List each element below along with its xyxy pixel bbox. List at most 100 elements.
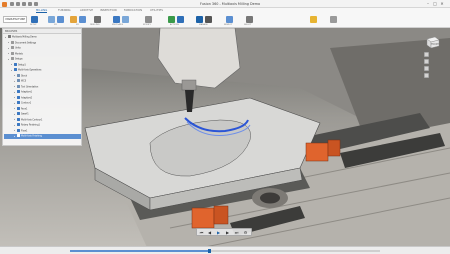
browser-tree-label: Tool Orientation [21, 85, 39, 88]
settings-icon[interactable]: ⚙ [243, 230, 248, 236]
minimize-button[interactable]: – [425, 1, 431, 6]
drill-icon[interactable] [94, 15, 101, 23]
operation-icon [17, 101, 20, 104]
grid-menu-icon[interactable] [10, 2, 14, 6]
viewcube[interactable]: FRONT [424, 35, 440, 49]
browser-tree-label: Adaptive2 [21, 96, 33, 99]
browser-tree-item[interactable]: ▸ Adaptive2 [4, 95, 81, 101]
modify-icon[interactable] [145, 15, 152, 23]
new-setup-icon[interactable] [31, 15, 38, 23]
browser-tree-item[interactable]: ▸ Document Settings [4, 40, 81, 46]
operation-icon [17, 84, 20, 88]
browser-tree-item[interactable]: ▸ WCS [4, 79, 81, 84]
measure-icon[interactable] [226, 15, 233, 23]
browser-tree-item[interactable]: ▸ Units [4, 46, 81, 51]
tab-turning[interactable]: TURNING [58, 9, 71, 12]
tool-library-icon[interactable] [196, 15, 203, 23]
simulate-icon[interactable] [168, 15, 175, 23]
document-title: Fusion 360 - Multiaxis Milling Demo [200, 1, 261, 6]
browser-tree-label: Swarf1 [21, 112, 29, 116]
browser-tree-label: Setup1 [18, 63, 26, 66]
fit-icon[interactable] [424, 73, 429, 78]
operation-icon [17, 123, 20, 126]
close-button[interactable]: ✕ [439, 1, 445, 6]
group-label-inspect: INSPECT [224, 23, 233, 26]
simulation-playback-bar: ⏮ ◀ ▶ ▶ ⏭ ⚙ [196, 228, 252, 236]
skip-end-icon[interactable]: ⏭ [234, 230, 239, 236]
3d-adaptive-icon[interactable] [70, 15, 77, 23]
step-back-icon[interactable]: ◀ [207, 230, 212, 236]
multi-axis-icon[interactable] [113, 15, 120, 23]
browser-tree-item[interactable]: ▸ Setup1 [4, 62, 81, 68]
post-process-icon[interactable] [177, 15, 184, 23]
notification-icon[interactable] [310, 15, 317, 23]
browser-tree-item[interactable]: ▸ Tool Orientation [4, 84, 81, 90]
orbit-icon[interactable] [424, 52, 429, 57]
browser-tree-label: Rotary Finishing1 [21, 123, 40, 127]
workspace-dropdown[interactable]: MANUFACTURE ▾ [3, 16, 27, 23]
maximize-button[interactable]: □ [432, 1, 438, 6]
browser-tree-item[interactable]: ▸ Models [4, 51, 81, 57]
browser-tree-item[interactable]: ▸ Multi-Axis Contour1 [4, 117, 81, 123]
browser-tree-item[interactable]: ▸ Multi-Axis Operations [4, 68, 81, 73]
template-library-icon[interactable] [205, 15, 212, 23]
operation-icon [11, 57, 14, 60]
browser-tree-item[interactable]: ▸ Rotary Finishing1 [4, 123, 81, 128]
navigation-bar [424, 52, 430, 82]
fixture-clamp [191, 207, 215, 229]
redo-icon[interactable] [34, 2, 38, 6]
browser-tree-item[interactable]: ▸ Face1 [4, 106, 81, 112]
timeline-scrubber[interactable] [208, 249, 211, 253]
group-label-manage: MANAGE [199, 23, 208, 26]
app-logo-icon[interactable] [2, 1, 7, 7]
browser-tree-label: Flow1 [21, 129, 28, 132]
browser-tree-item[interactable]: ▸ Stock [4, 73, 81, 79]
operation-icon [14, 68, 17, 71]
step-forward-icon[interactable]: ▶ [225, 230, 230, 236]
tab-utilities[interactable]: UTILITIES [150, 9, 163, 12]
tab-milling[interactable]: MILLING [36, 9, 48, 13]
save-icon[interactable] [22, 2, 26, 6]
fixture-clamp [327, 139, 341, 157]
timeline-track[interactable] [70, 249, 380, 253]
help-icon[interactable] [330, 15, 337, 23]
browser-tree-label: Models [15, 52, 23, 55]
swarf-icon[interactable] [122, 15, 129, 23]
2d-pocket-icon[interactable] [57, 15, 64, 23]
tab-inspection[interactable]: INSPECTION [100, 9, 117, 12]
select-arrow-icon[interactable] [246, 15, 253, 23]
browser-panel: BROWSER ▸ Multiaxis Milling Demo ▸ Document… [2, 28, 82, 146]
2d-adaptive-icon[interactable] [48, 15, 55, 23]
browser-tree-label: Multiaxis Milling Demo [12, 35, 37, 39]
operation-icon [17, 134, 20, 137]
browser-tree-label: Face1 [21, 107, 28, 110]
operation-icon [17, 79, 20, 82]
browser-tree-item[interactable]: ▸ Adaptive1 [4, 90, 81, 95]
skip-start-icon[interactable]: ⏮ [199, 230, 204, 236]
browser-tree-item[interactable]: ▸ Setups [4, 57, 81, 62]
undo-icon[interactable] [28, 2, 32, 6]
table-bore-inner [260, 192, 280, 204]
browser-tree-item[interactable]: ▸ Contour1 [4, 101, 81, 106]
operation-icon [17, 95, 20, 99]
title-bar: Fusion 360 - Multiaxis Milling Demo – □ … [0, 0, 450, 8]
file-icon[interactable] [16, 2, 20, 6]
zoom-icon[interactable] [424, 66, 429, 71]
tab-fabrication[interactable]: FABRICATION [124, 9, 142, 12]
group-label-setup: SETUP [30, 23, 37, 26]
3d-contour-icon[interactable] [79, 15, 86, 23]
operation-icon [17, 117, 20, 121]
group-label-modify: MODIFY [143, 23, 151, 26]
browser-tree-item[interactable]: ▸ Flow1 [4, 128, 81, 134]
tab-additive[interactable]: ADDITIVE [80, 9, 93, 12]
play-icon[interactable]: ▶ [216, 230, 221, 236]
browser-tree-item[interactable]: ▸ Multi-Axis Finishing [4, 134, 81, 139]
browser-header[interactable]: BROWSER [3, 29, 81, 34]
browser-tree-item[interactable]: ▸ Multiaxis Milling Demo [4, 35, 81, 40]
workspace-label: MANUFACTURE [5, 18, 26, 21]
operation-icon [17, 112, 20, 115]
browser-tree-label: Multi-Axis Contour1 [21, 118, 43, 121]
pan-icon[interactable] [424, 59, 429, 64]
browser-tree-item[interactable]: ▸ Swarf1 [4, 112, 81, 117]
browser-tree-label: Setups [15, 57, 23, 61]
